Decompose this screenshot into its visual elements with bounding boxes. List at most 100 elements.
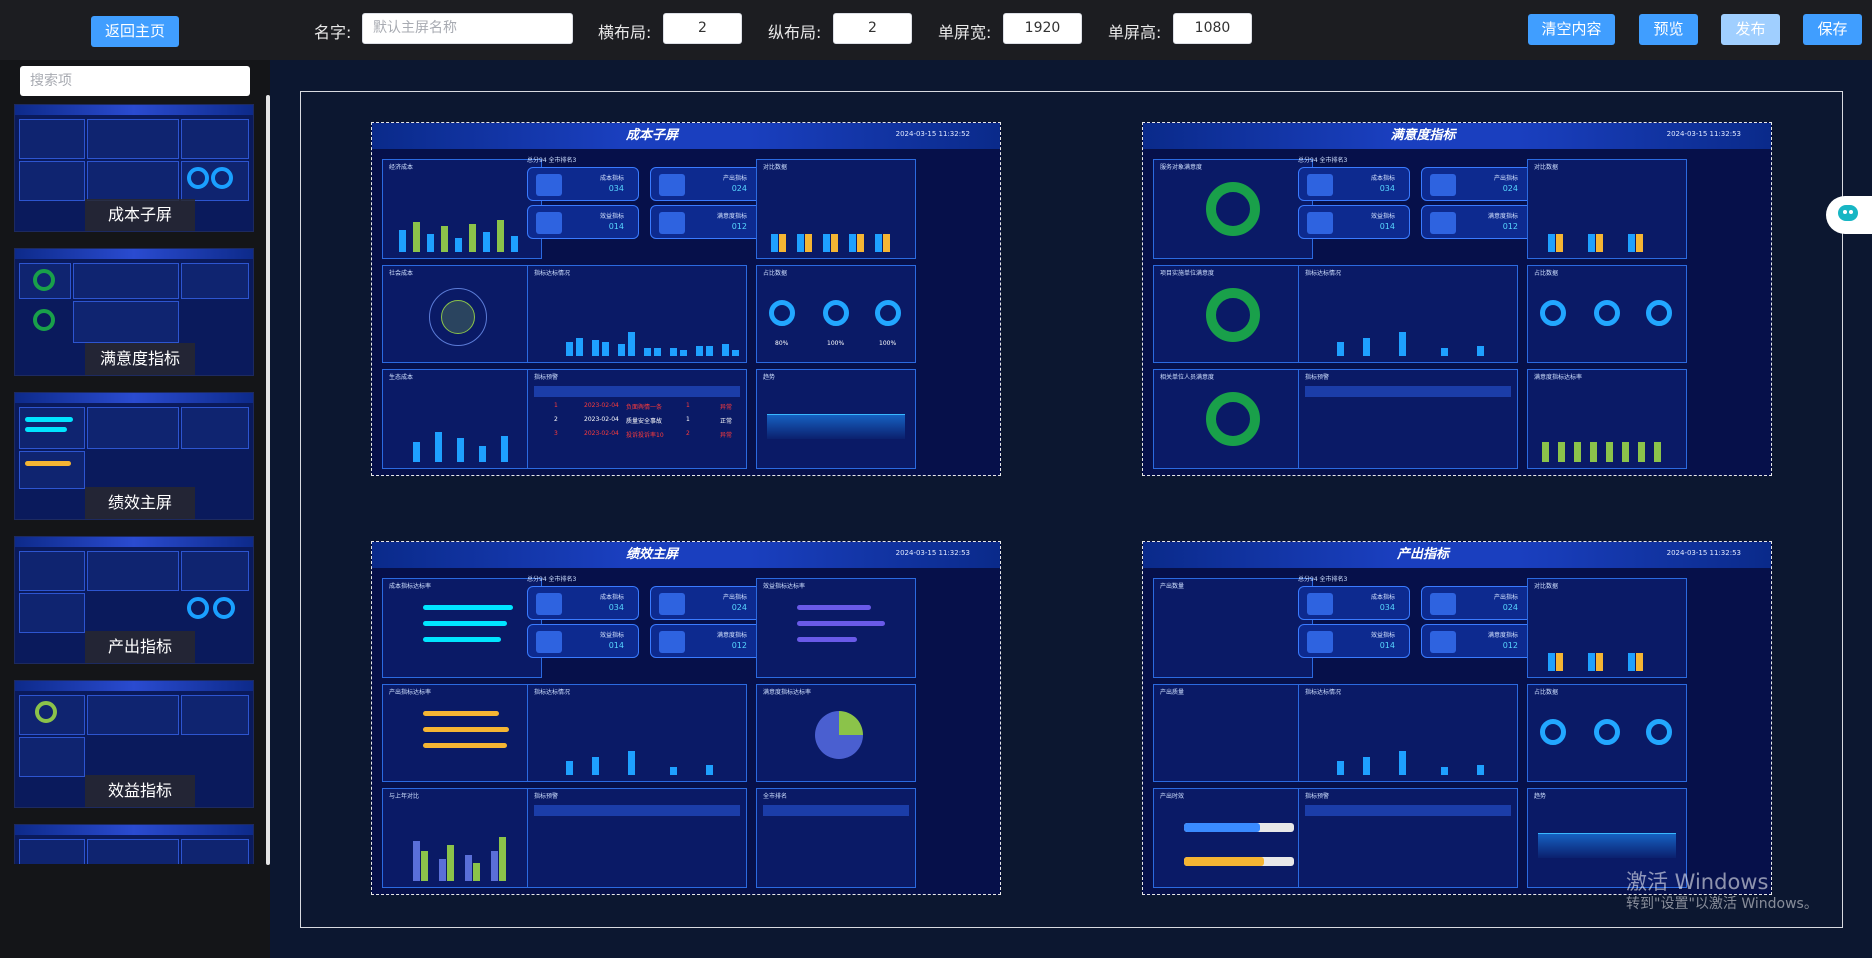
panel-title: 服务对象满意度 — [1160, 164, 1203, 171]
panel-compare: 对比数据 — [1527, 578, 1687, 678]
panel-ratio: 占比数据 — [1527, 684, 1687, 782]
panel-title: 生态成本 — [389, 374, 414, 381]
template-list: 成本子屏 满意度指标 绩效主屏 产出指标 效益指标 — [14, 104, 254, 864]
panel-title: 经济成本 — [389, 164, 414, 171]
screen-satisfaction[interactable]: 满意度指标 2024-03-15 11:32:53 服务对象满意度 项目实施单位… — [1142, 122, 1772, 476]
publish-button[interactable]: 发布 — [1721, 14, 1780, 45]
panel-output-rate: 产出指标达标率 — [382, 684, 542, 782]
score-line: 总分94 全市排名3 — [527, 157, 577, 164]
kpi-benefit: 效益指标 014 — [1298, 205, 1410, 239]
table-row: 1 2023-02-04 负面舆情一条 1 异常 — [554, 402, 733, 411]
screen-title: 满意度指标 — [1390, 128, 1456, 143]
template-label: 效益指标 — [85, 775, 195, 807]
template-label: 绩效主屏 — [85, 487, 195, 519]
panel-satisfaction-unit: 项目实施单位满意度 — [1153, 265, 1313, 363]
kpi-output: 产出指标 024 — [1421, 586, 1533, 620]
template-search-input[interactable]: 搜索项 — [20, 66, 250, 96]
score-line: 总分94 全市排名3 — [1298, 576, 1348, 583]
screen-title: 绩效主屏 — [625, 547, 678, 562]
panel-satisfaction-rate: 满意度指标达标率 — [1527, 369, 1687, 469]
kpi-cost: 成本指标 034 — [1298, 586, 1410, 620]
screen-time: 2024-03-15 11:32:53 — [1666, 130, 1741, 138]
score-line: 总分94 全市排名3 — [527, 576, 577, 583]
rows-label: 纵布局: — [768, 23, 822, 42]
table-row: 2 2023-02-04 质量安全事故 1 正常 — [554, 416, 733, 425]
panel-satisfaction-service: 服务对象满意度 — [1153, 159, 1313, 259]
screen-title: 成本子屏 — [625, 128, 678, 143]
name-label: 名字: — [314, 23, 352, 42]
template-thumb-benefit[interactable]: 效益指标 — [14, 680, 254, 808]
preview-button[interactable]: 预览 — [1639, 14, 1698, 45]
kpi-output: 产出指标 024 — [1421, 167, 1533, 201]
height-input[interactable]: 1080 — [1173, 13, 1252, 44]
screen-name-input[interactable]: 默认主屏名称 — [362, 13, 573, 44]
screen-time: 2024-03-15 11:32:53 — [1666, 549, 1741, 557]
screen-title: 产出指标 — [1396, 547, 1449, 562]
kpi-benefit: 效益指标 014 — [527, 205, 639, 239]
panel-indicator-warning: 指标预警 — [1298, 369, 1518, 469]
panel-city-rank: 全市排名 — [756, 788, 916, 888]
template-thumb-output[interactable]: 产出指标 — [14, 536, 254, 664]
panel-indicator-status: 指标达标情况 — [1298, 684, 1518, 782]
panel-title: 指标达标情况 — [534, 270, 571, 277]
screen-cost[interactable]: 成本子屏 2024-03-15 11:32:52 经济成本 社会成本 生态成本 … — [371, 122, 1001, 476]
panel-satisfaction-rate: 满意度指标达标率 — [756, 684, 916, 782]
template-label: 成本子屏 — [85, 199, 195, 231]
activation-watermark-hint: 转到"设置"以激活 Windows。 — [1626, 896, 1818, 912]
ring-label: 100% — [879, 340, 897, 347]
panel-economic-cost: 经济成本 — [382, 159, 542, 259]
screen-time: 2024-03-15 11:32:53 — [895, 549, 970, 557]
width-input[interactable]: 1920 — [1003, 13, 1082, 44]
panel-ratio: 占比数据 80% 100% 100% — [756, 265, 916, 363]
clear-content-button[interactable]: 清空内容 — [1528, 14, 1615, 45]
kpi-benefit: 效益指标 014 — [527, 624, 639, 658]
panel-indicator-status: 指标达标情况 — [1298, 265, 1518, 363]
kpi-satisfaction: 满意度指标 012 — [1421, 205, 1533, 239]
kpi-cost: 成本指标 034 — [1298, 167, 1410, 201]
panel-satisfaction-staff: 相关单位人员满意度 — [1153, 369, 1313, 469]
rows-input[interactable]: 2 — [833, 13, 912, 44]
panel-output-timely: 产出时效 — [1153, 788, 1313, 888]
panel-indicator-status: 指标达标情况 — [527, 265, 747, 363]
panel-ratio: 占比数据 — [1527, 265, 1687, 363]
chat-icon — [1838, 205, 1858, 221]
kpi-satisfaction: 满意度指标 012 — [650, 624, 762, 658]
panel-social-cost: 社会成本 — [382, 265, 542, 363]
template-thumb-more[interactable] — [14, 824, 254, 864]
screen-performance[interactable]: 绩效主屏 2024-03-15 11:32:53 成本指标达标率 产出指标达标率… — [371, 541, 1001, 895]
panel-trend: 趋势 — [756, 369, 916, 469]
template-label: 产出指标 — [85, 631, 195, 663]
score-line: 总分94 全市排名3 — [1298, 157, 1348, 164]
panel-yoy: 与上年对比 — [382, 788, 542, 888]
panel-compare: 对比数据 — [756, 159, 916, 259]
chat-float-button[interactable] — [1826, 196, 1872, 234]
table-header — [534, 386, 740, 397]
template-thumb-satisfaction[interactable]: 满意度指标 — [14, 248, 254, 376]
panel-title: 指标预警 — [534, 374, 559, 381]
kpi-output: 产出指标 024 — [650, 586, 762, 620]
save-button[interactable]: 保存 — [1803, 14, 1862, 45]
panel-benefit-rate: 效益指标达标率 — [756, 578, 916, 678]
back-home-button[interactable]: 返回主页 — [91, 16, 179, 47]
top-toolbar: 返回主页 名字: 默认主屏名称 横布局: 2 纵布局: 2 单屏宽: 1920 … — [0, 0, 1872, 60]
template-thumb-cost[interactable]: 成本子屏 — [14, 104, 254, 232]
panel-indicator-warning: 指标预警 1 2023-02-04 负面舆情一条 1 异常 2 2023-02-… — [527, 369, 747, 469]
screen-output[interactable]: 产出指标 2024-03-15 11:32:53 产出数量 产出质量 产出时效 … — [1142, 541, 1772, 895]
template-label: 满意度指标 — [85, 343, 195, 375]
height-label: 单屏高: — [1108, 23, 1162, 42]
panel-cost-rate: 成本指标达标率 — [382, 578, 542, 678]
panel-title: 社会成本 — [389, 270, 414, 277]
panel-output-qty: 产出数量 — [1153, 578, 1313, 678]
panel-title: 趋势 — [763, 374, 776, 381]
panel-eco-cost: 生态成本 — [382, 369, 542, 469]
panel-indicator-status: 指标达标情况 — [527, 684, 747, 782]
panel-title: 对比数据 — [763, 164, 788, 171]
panel-title: 项目实施单位满意度 — [1160, 270, 1215, 277]
ring-label: 100% — [827, 340, 845, 347]
panel-indicator-warning: 指标预警 — [1298, 788, 1518, 888]
activation-watermark-title: 激活 Windows — [1626, 870, 1769, 894]
kpi-satisfaction: 满意度指标 012 — [650, 205, 762, 239]
kpi-cost: 成本指标 034 — [527, 167, 639, 201]
template-thumb-performance[interactable]: 绩效主屏 — [14, 392, 254, 520]
cols-input[interactable]: 2 — [663, 13, 742, 44]
